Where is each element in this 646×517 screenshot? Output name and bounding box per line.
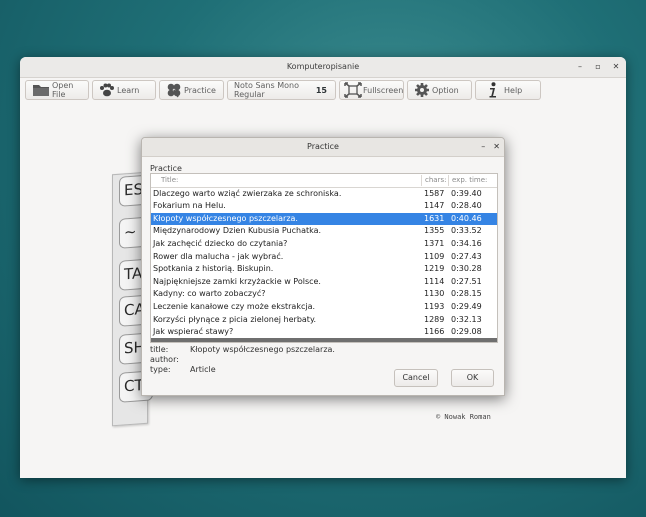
list-item-time: 0:40.46	[451, 213, 482, 223]
list-item-chars: 1193	[424, 301, 445, 311]
list-item-title: Jak zachęcić dziecko do czytania?	[153, 238, 288, 248]
list-item-title: Dlaczego warto wziąć zwierzaka ze schron…	[153, 188, 342, 198]
list-item-time: 0:27.51	[451, 276, 482, 286]
list-item-chars: 1371	[424, 238, 445, 248]
option-button[interactable]: Option	[407, 80, 472, 100]
clover-icon	[166, 82, 182, 98]
list-item-chars: 1130	[424, 289, 445, 299]
list-item-chars: 1219	[424, 264, 445, 274]
list-item[interactable]: Jak zachęcić dziecko do czytania? 1371 0:3…	[151, 238, 497, 251]
help-label: Help	[504, 85, 523, 95]
list-item-chars: 1166	[424, 327, 445, 337]
list-item-time: 0:27.43	[451, 251, 482, 261]
list-item[interactable]: Leczenie kanałowe czy może ekstrakcja. 11…	[151, 301, 497, 314]
info-icon	[488, 82, 498, 98]
list-item[interactable]: Rower dla malucha - jak wybrać. 1109 0:27.…	[151, 251, 497, 264]
practice-group-label: Practice	[150, 164, 182, 173]
copyright-text: © Nowak Roman	[436, 413, 491, 421]
practice-list[interactable]: Title: chars: exp. time: Dlaczego warto …	[150, 173, 498, 343]
option-label: Option	[432, 85, 459, 95]
list-item[interactable]: Kadyny: co warto zobaczyć? 1130 0:28.15	[151, 288, 497, 301]
help-button[interactable]: Help	[475, 80, 541, 100]
minimize-button[interactable]: –	[576, 57, 584, 77]
meta-type-value: Article	[190, 365, 216, 374]
title-bar[interactable]: Komputeropisanie – ▫ ✕	[20, 57, 626, 78]
list-header: Title: chars: exp. time:	[151, 174, 497, 188]
dialog-close-button[interactable]: ✕	[493, 138, 500, 156]
practice-dialog: Practice – ✕ Practice Title: chars: exp.…	[141, 137, 505, 396]
meta-type-label: type:	[150, 365, 171, 374]
learn-label: Learn	[117, 85, 140, 95]
dialog-title: Practice	[307, 142, 339, 151]
list-item-time: 0:39.40	[451, 188, 482, 198]
meta-title-label: title:	[150, 345, 169, 354]
list-item-time: 0:33.52	[451, 226, 482, 236]
font-size: 15	[315, 85, 327, 95]
cancel-button[interactable]: Cancel	[394, 369, 438, 387]
list-item[interactable]: Korzyści płynące z picia zielonej herbat…	[151, 314, 497, 327]
window-title: Komputeropisanie	[286, 62, 360, 71]
list-item-time: 0:28.15	[451, 289, 482, 299]
list-item-chars: 1587	[424, 188, 445, 198]
list-item-chars: 1114	[424, 276, 445, 286]
fullscreen-button[interactable]: Fullscreen	[339, 80, 404, 100]
list-item-title: Najpiękniejsze zamki krzyżackie w Polsce…	[153, 276, 321, 286]
list-item[interactable]: Spotkania z historią. Biskupin. 1219 0:30.…	[151, 263, 497, 276]
list-item-chars: 1289	[424, 314, 445, 324]
learn-button[interactable]: Learn	[92, 80, 156, 100]
font-selector[interactable]: Noto Sans Mono Regular 15	[227, 80, 336, 100]
open-file-button[interactable]: Open File	[25, 80, 89, 100]
list-item[interactable]: Jak wspierać stawy? 1166 0:29.08	[151, 326, 497, 339]
list-item-chars: 1109	[424, 251, 445, 261]
practice-label: Practice	[184, 85, 216, 95]
list-item-chars: 1355	[424, 226, 445, 236]
column-exp-time[interactable]: exp. time:	[452, 174, 487, 187]
list-item-title: Rower dla malucha - jak wybrać.	[153, 251, 284, 261]
column-separator	[448, 175, 449, 186]
list-item-title: Kadyny: co warto zobaczyć?	[153, 289, 266, 299]
column-chars[interactable]: chars:	[425, 174, 446, 187]
list-item-time: 0:29.08	[451, 327, 482, 337]
list-item-title: Leczenie kanałowe czy może ekstrakcja.	[153, 301, 316, 311]
font-name: Noto Sans Mono Regular	[234, 81, 299, 99]
list-item[interactable]: Kłopoty współczesnego pszczelarza. 1631 0:…	[151, 212, 497, 226]
meta-title-value: Kłopoty współczesnego pszczelarza.	[190, 345, 335, 354]
list-item-chars: 1631	[424, 213, 445, 223]
horizontal-scrollbar[interactable]	[151, 338, 497, 342]
column-title[interactable]: Title:	[161, 174, 178, 187]
gear-icon	[414, 82, 430, 98]
open-file-label: Open File	[52, 81, 74, 99]
list-item[interactable]: Dlaczego warto wziąć zwierzaka ze schron…	[151, 188, 497, 201]
maximize-button[interactable]: ▫	[594, 57, 602, 77]
list-item-title: Korzyści płynące z picia zielonej herbat…	[153, 314, 317, 324]
list-item-time: 0:34.16	[451, 238, 482, 248]
paw-icon	[99, 83, 115, 97]
meta-author-label: author:	[150, 355, 179, 364]
list-item[interactable]: Fokarium na Helu. 1147 0:28.40	[151, 200, 497, 213]
list-item-title: Jak wspierać stawy?	[153, 327, 234, 337]
list-item-time: 0:32.13	[451, 314, 482, 324]
list-item-title: Spotkania z historią. Biskupin.	[153, 264, 274, 274]
dialog-minimize-button[interactable]: –	[481, 138, 485, 156]
practice-button[interactable]: Practice	[159, 80, 224, 100]
list-item-title: Kłopoty współczesnego pszczelarza.	[153, 213, 298, 223]
ok-button[interactable]: OK	[451, 369, 494, 387]
list-item-time: 0:28.40	[451, 201, 482, 211]
list-item[interactable]: Międzynarodowy Dzien Kubusia Puchatka. 13…	[151, 225, 497, 238]
list-item-time: 0:29.49	[451, 301, 482, 311]
dialog-title-bar[interactable]: Practice – ✕	[142, 138, 504, 157]
fullscreen-icon	[344, 82, 362, 98]
list-item-time: 0:30.28	[451, 264, 482, 274]
column-separator	[421, 175, 422, 186]
fullscreen-label: Fullscreen	[363, 85, 404, 95]
list-item-title: Fokarium na Helu.	[153, 201, 226, 211]
list-item[interactable]: Najpiękniejsze zamki krzyżackie w Polsce…	[151, 276, 497, 289]
close-button[interactable]: ✕	[612, 57, 620, 77]
list-item-chars: 1147	[424, 201, 445, 211]
list-item-title: Międzynarodowy Dzien Kubusia Puchatka.	[153, 226, 322, 236]
folder-icon	[32, 83, 50, 97]
